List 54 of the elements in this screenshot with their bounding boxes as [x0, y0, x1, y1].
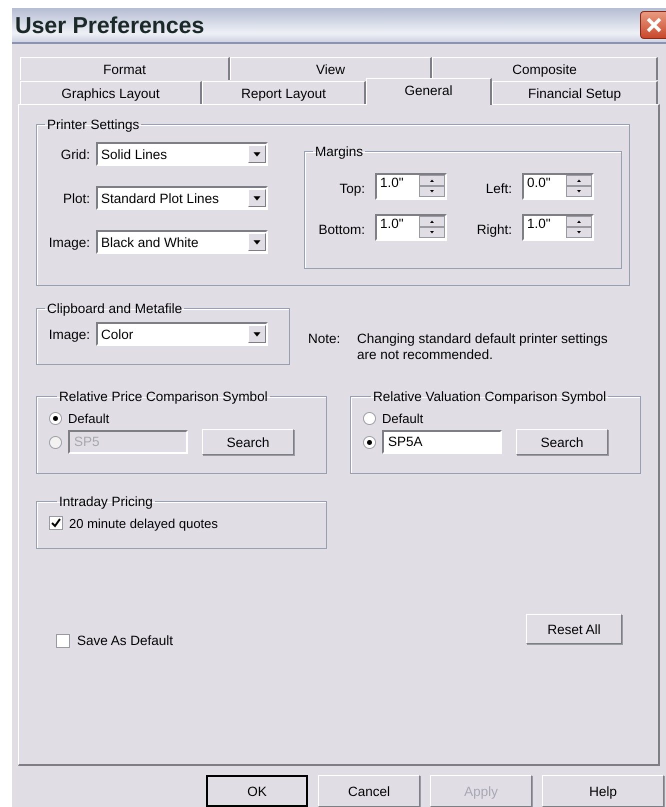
group-title: Intraday Pricing: [58, 494, 154, 509]
dropdown[interactable]: Solid Lines: [96, 142, 268, 166]
close-button[interactable]: [640, 11, 666, 39]
checkbox[interactable]: [56, 634, 70, 648]
field-label: Left:: [484, 180, 513, 196]
spinner-icon: [566, 216, 592, 239]
radio-label: Default: [68, 410, 110, 426]
field-label: Image:: [48, 326, 91, 342]
field-label: Image:: [48, 234, 91, 250]
dropdown[interactable]: Black and White: [96, 230, 268, 254]
tab[interactable]: Format: [20, 57, 230, 80]
spinner-icon: [419, 216, 445, 239]
note-label: Note:: [308, 331, 342, 348]
dialog-button[interactable]: OK: [206, 775, 308, 807]
spin-field[interactable]: 0.0": [522, 173, 594, 200]
search-button[interactable]: Search: [516, 429, 608, 455]
group-title: Printer Settings: [46, 117, 140, 132]
radio-button[interactable]: [49, 412, 62, 424]
spinner-icon: [419, 175, 445, 198]
radio-label: Default: [382, 410, 424, 426]
dialog-button[interactable]: Cancel: [318, 775, 420, 807]
tab[interactable]: Composite: [432, 57, 658, 80]
close-icon: [644, 16, 662, 34]
spin-field[interactable]: 1.0": [375, 173, 447, 200]
tab[interactable]: Financial Setup: [492, 81, 658, 104]
dropdown[interactable]: Standard Plot Lines: [96, 186, 268, 210]
checkbox-label: 20 minute delayed quotes: [69, 516, 218, 530]
dropdown[interactable]: Color: [96, 322, 268, 346]
group-title: Relative Valuation Comparison Symbol: [372, 389, 608, 404]
spin-field[interactable]: 1.0": [522, 214, 594, 241]
checkbox[interactable]: [49, 516, 63, 530]
tab[interactable]: General: [366, 78, 492, 105]
tab[interactable]: Report Layout: [202, 81, 366, 104]
spinner-icon: [566, 175, 592, 198]
field-label: Bottom:: [317, 221, 366, 237]
radio-button[interactable]: [363, 436, 376, 448]
checkbox-label: Save As Default: [77, 633, 174, 648]
field-label: Right:: [476, 221, 513, 237]
symbol-field[interactable]: SP5A: [382, 430, 502, 454]
reset-button[interactable]: Reset All: [526, 614, 622, 644]
group-title: Margins: [314, 144, 364, 159]
search-button[interactable]: Search: [202, 429, 294, 455]
spin-field[interactable]: 1.0": [375, 214, 447, 241]
dialog-button[interactable]: Help: [542, 775, 664, 807]
tab[interactable]: Graphics Layout: [20, 81, 202, 104]
radio-button[interactable]: [363, 412, 376, 424]
group-title: Clipboard and Metafile: [46, 301, 184, 316]
field-label: Plot:: [62, 190, 91, 206]
field-label: Top:: [338, 180, 366, 196]
note-text: Changing standard default printer settings are not recommended.: [357, 331, 609, 363]
field-label: Grid:: [60, 146, 91, 162]
tab[interactable]: View: [230, 57, 432, 80]
group-title: Relative Price Comparison Symbol: [58, 389, 269, 404]
window-title: User Preferences: [14, 12, 204, 38]
